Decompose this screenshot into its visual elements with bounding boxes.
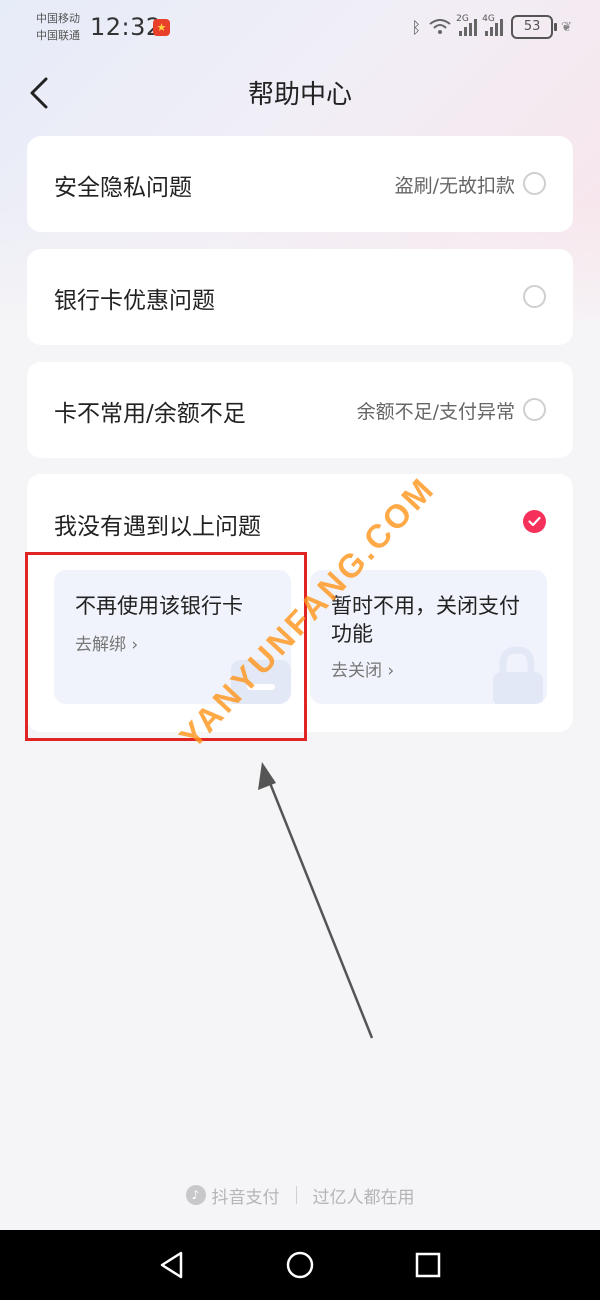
recents-square-icon[interactable]	[413, 1250, 443, 1280]
footer: ♪ 抖音支付 过亿人都在用	[0, 1182, 600, 1208]
footer-brand-label: 抖音支付	[211, 1187, 280, 1208]
footer-slogan: 过亿人都在用	[312, 1187, 415, 1208]
system-nav-bar	[0, 1230, 600, 1300]
footer-brand: ♪ 抖音支付	[185, 1183, 280, 1208]
annotation-arrow-icon	[258, 762, 374, 1039]
douyin-logo-icon: ♪	[185, 1185, 206, 1205]
home-circle-icon[interactable]	[285, 1250, 315, 1280]
back-triangle-icon[interactable]	[157, 1250, 187, 1280]
footer-divider	[295, 1186, 297, 1204]
